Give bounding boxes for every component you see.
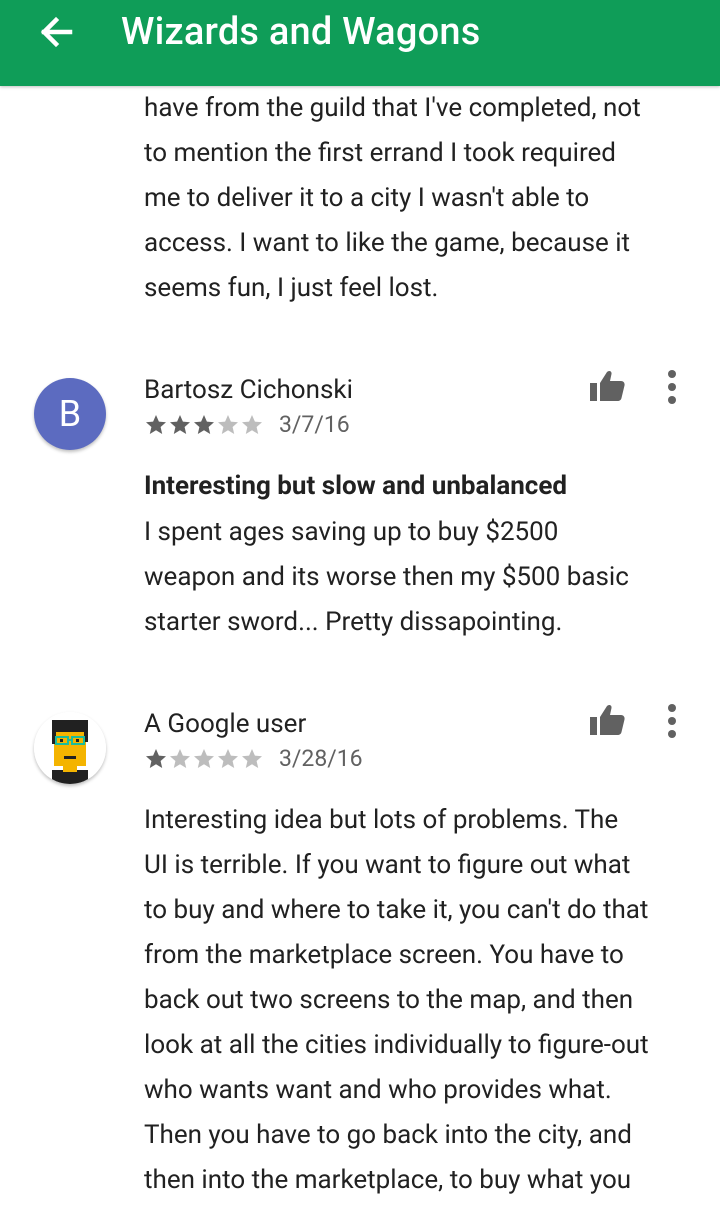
avatar: B bbox=[34, 378, 106, 450]
review-line: starter sword... Pretty dissapointing. bbox=[144, 607, 563, 637]
review-line: seems fun, I just feel lost. bbox=[144, 273, 439, 303]
star-rating bbox=[144, 412, 264, 438]
review-line: Then you have to go back into the city, … bbox=[144, 1120, 632, 1150]
star-empty-icon bbox=[218, 749, 238, 768]
review-body: I spent ages saving up to buy $2500 weap… bbox=[144, 510, 704, 645]
review-line: weapon and its worse then my $500 basic bbox=[144, 562, 629, 592]
more-vertical-icon bbox=[668, 370, 676, 404]
back-button[interactable] bbox=[30, 11, 84, 53]
reviewer-name: A Google user bbox=[144, 709, 307, 739]
more-vertical-icon bbox=[668, 704, 676, 738]
reviewer-name: Bartosz Cichonski bbox=[144, 375, 353, 405]
review-date: 3/7/16 bbox=[279, 411, 350, 438]
review-line: access. I want to like the game, because… bbox=[144, 228, 631, 258]
star-filled-icon bbox=[146, 749, 166, 768]
review-line: to buy and where to take it, you can't d… bbox=[144, 895, 649, 925]
review-line: me to deliver it to a city I wasn't able… bbox=[144, 183, 590, 213]
star-empty-icon bbox=[194, 749, 214, 768]
review-line: look at all the cities individually to f… bbox=[144, 1030, 649, 1060]
star-filled-icon bbox=[170, 415, 190, 434]
star-empty-icon bbox=[242, 415, 262, 434]
more-options-button[interactable] bbox=[656, 364, 688, 410]
review-line: who wants want and who provides what. bbox=[144, 1075, 612, 1105]
thumbs-up-icon bbox=[590, 370, 625, 401]
helpful-button[interactable] bbox=[586, 700, 628, 742]
helpful-button[interactable] bbox=[586, 366, 628, 408]
star-rating bbox=[144, 746, 264, 772]
star-empty-icon bbox=[170, 749, 190, 768]
page-title: Wizards and Wagons bbox=[121, 10, 481, 54]
review-date: 3/28/16 bbox=[279, 745, 363, 772]
review-line: UI is terrible. If you want to figure ou… bbox=[144, 850, 631, 880]
previous-review-text: have from the guild that I've completed,… bbox=[144, 86, 704, 311]
thumbs-up-icon bbox=[590, 704, 625, 735]
review-body: Interesting idea but lots of problems. T… bbox=[144, 798, 704, 1203]
review-line: then into the marketplace, to buy what y… bbox=[144, 1165, 632, 1195]
review-line: have from the guild that I've completed,… bbox=[144, 93, 641, 123]
more-options-button[interactable] bbox=[656, 698, 688, 744]
avatar bbox=[34, 712, 106, 784]
review-line: to mention the first errand I took requi… bbox=[144, 138, 616, 168]
arrow-left-icon bbox=[40, 16, 73, 48]
star-filled-icon bbox=[146, 415, 166, 434]
review-line: from the marketplace screen. You have to bbox=[144, 940, 624, 970]
star-empty-icon bbox=[218, 415, 238, 434]
star-filled-icon bbox=[194, 415, 214, 434]
user-avatar-icon bbox=[34, 712, 106, 784]
review-title: Interesting but slow and unbalanced bbox=[144, 471, 568, 501]
app-bar: Wizards and Wagons bbox=[0, 0, 720, 86]
review-line: I spent ages saving up to buy $2500 bbox=[144, 517, 559, 547]
review-line: back out two screens to the map, and the… bbox=[144, 985, 634, 1015]
review-line: Interesting idea but lots of problems. T… bbox=[144, 805, 619, 835]
star-empty-icon bbox=[242, 749, 262, 768]
